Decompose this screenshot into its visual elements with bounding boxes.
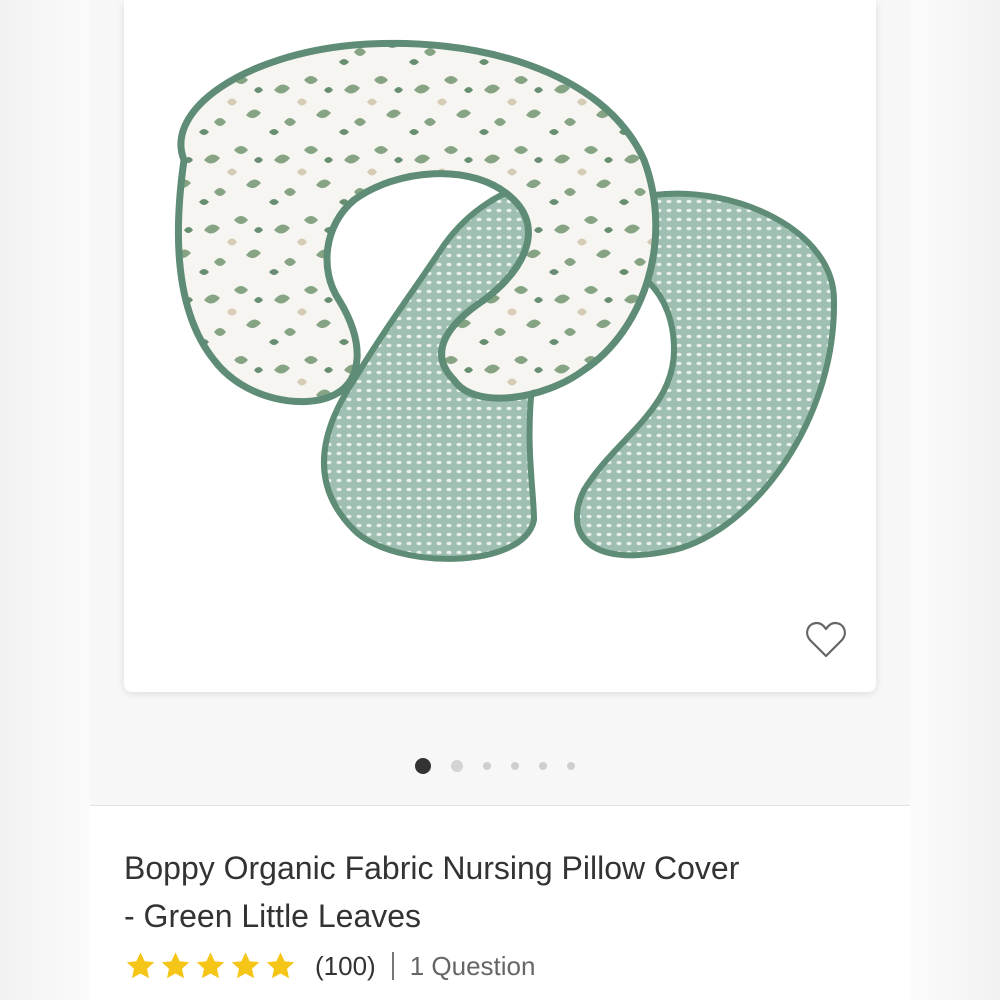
questions-link[interactable]: 1 Question [410,951,536,982]
carousel-dot-4[interactable] [511,762,519,770]
star-icon [231,952,260,979]
heart-outline-icon [806,621,846,658]
product-page: Boppy Organic Fabric Nursing Pillow Cove… [0,0,1000,1000]
star-icon [266,952,295,979]
star-icon [196,952,225,979]
star-icon [126,952,155,979]
product-title-line-1: Boppy Organic Fabric Nursing Pillow Cove… [124,850,740,886]
product-title: Boppy Organic Fabric Nursing Pillow Cove… [124,844,884,940]
carousel-dot-5[interactable] [539,762,547,770]
right-margin [910,0,1000,1000]
carousel-dot-3[interactable] [483,762,491,770]
carousel-dot-2[interactable] [451,760,463,772]
product-image [174,39,838,562]
left-margin [0,0,90,1000]
carousel-dot-6[interactable] [567,762,575,770]
product-info: Boppy Organic Fabric Nursing Pillow Cove… [90,806,910,1000]
carousel-dot-1[interactable] [415,758,431,774]
separator [391,952,394,980]
review-count[interactable]: (100) [315,951,376,982]
product-image-card[interactable] [124,0,876,692]
star-icon [161,952,190,979]
carousel-dots [0,756,1000,776]
product-title-line-2: - Green Little Leaves [124,898,422,934]
rating-row[interactable]: (100) 1 Question [124,946,535,986]
star-rating[interactable] [124,950,297,982]
favorite-button[interactable] [802,616,850,664]
